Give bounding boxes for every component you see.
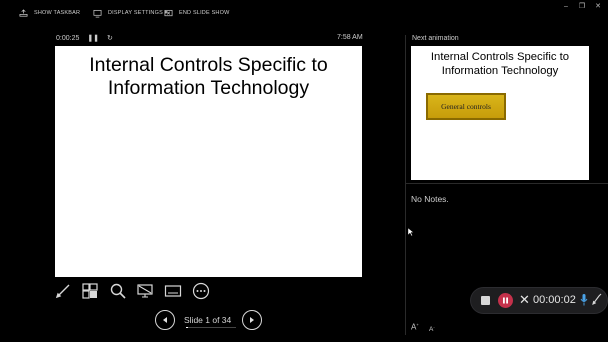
close-icon: ✕ xyxy=(595,3,601,10)
next-slide-button[interactable] xyxy=(242,310,262,330)
show-taskbar-label: SHOW TASKBAR xyxy=(34,10,81,16)
end-slide-show-button[interactable]: END SLIDE SHOW xyxy=(164,7,229,19)
slide-title: Internal Controls Specific to Informatio… xyxy=(55,54,362,100)
screen-icon xyxy=(137,284,153,298)
close-button[interactable]: ✕ xyxy=(592,1,604,11)
mouse-cursor-icon xyxy=(408,228,414,236)
slide-title-line1: Internal Controls Specific to xyxy=(89,54,328,76)
current-slide[interactable]: Internal Controls Specific to Informatio… xyxy=(55,46,362,277)
timer-row: 0:00:25 ❚❚ ↻ xyxy=(56,34,113,42)
slide-title-line2: Information Technology xyxy=(107,77,310,99)
end-show-icon xyxy=(164,9,173,16)
slide-counter: Slide 1 of 34 xyxy=(184,315,232,325)
pane-divider[interactable] xyxy=(405,35,406,335)
display-icon xyxy=(93,9,102,17)
previous-arrow-icon xyxy=(163,317,167,323)
recording-toolbar: ✕ 00:00:02 xyxy=(471,288,607,313)
more-options-button[interactable] xyxy=(191,281,211,301)
display-settings-button[interactable]: DISPLAY SETTINGS ▾ xyxy=(93,7,168,19)
clock: 7:58 AM xyxy=(337,34,363,41)
black-screen-button[interactable] xyxy=(135,281,155,301)
pause-recording-button[interactable] xyxy=(498,293,513,308)
next-animation-label: Next animation xyxy=(412,35,459,42)
next-arrow-icon xyxy=(250,317,254,323)
microphone-icon[interactable] xyxy=(580,293,588,307)
display-settings-label: DISPLAY SETTINGS ▾ xyxy=(108,10,168,16)
minimize-button[interactable]: – xyxy=(560,1,572,11)
general-controls-box: General controls xyxy=(426,93,506,120)
next-title-line1: Internal Controls Specific to xyxy=(430,51,570,63)
elapsed-time: 0:00:25 xyxy=(56,35,80,42)
pause-icon xyxy=(503,297,508,304)
next-slide-preview[interactable]: Internal Controls Specific to Informatio… xyxy=(411,46,589,180)
see-all-slides-icon xyxy=(82,283,98,299)
stop-recording-icon[interactable] xyxy=(481,296,490,305)
previous-slide-button[interactable] xyxy=(155,310,175,330)
increase-font-button[interactable]: A+ xyxy=(411,322,419,332)
pause-timer-icon[interactable]: ❚❚ xyxy=(87,35,99,42)
more-options-icon xyxy=(192,282,210,300)
taskbar-icon xyxy=(19,8,28,17)
slide-progress-bar xyxy=(186,327,236,328)
zoom-icon xyxy=(110,283,126,299)
end-slide-show-label: END SLIDE SHOW xyxy=(179,10,230,16)
restore-icon: ❐ xyxy=(578,3,586,10)
restore-button[interactable]: ❐ xyxy=(576,1,588,11)
cancel-recording-icon[interactable]: ✕ xyxy=(519,292,530,308)
see-all-slides-button[interactable] xyxy=(80,281,100,301)
decrease-font-button[interactable]: A- xyxy=(429,324,435,333)
next-title-line2: Information Technology xyxy=(441,64,559,77)
restart-timer-icon[interactable]: ↻ xyxy=(107,35,113,42)
speaker-notes: No Notes. xyxy=(411,194,449,204)
minimize-icon: – xyxy=(564,2,568,10)
zoom-button[interactable] xyxy=(108,281,128,301)
subtitles-icon xyxy=(164,285,182,297)
general-controls-text: General controls xyxy=(441,102,491,111)
slide-progress-fill xyxy=(186,327,188,328)
annotate-pen-icon[interactable] xyxy=(592,293,602,305)
notes-divider[interactable] xyxy=(406,183,608,184)
pen-icon xyxy=(55,284,70,299)
subtitles-button[interactable] xyxy=(163,281,183,301)
show-taskbar-button[interactable]: SHOW TASKBAR xyxy=(19,7,80,19)
pen-tool-button[interactable] xyxy=(53,281,73,301)
next-slide-title: Internal Controls Specific to Informatio… xyxy=(411,51,589,78)
recording-time: 00:00:02 xyxy=(533,294,576,306)
